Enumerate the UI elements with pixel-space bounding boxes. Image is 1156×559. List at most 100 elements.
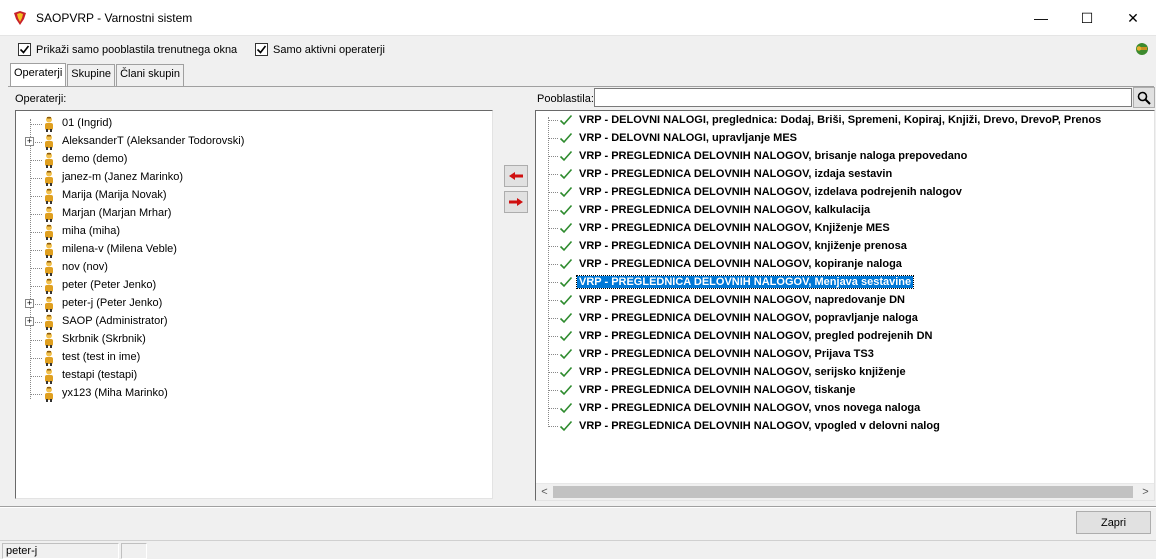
scroll-left-button[interactable]: <	[536, 486, 553, 499]
checkmark-icon	[256, 45, 267, 54]
horizontal-scrollbar[interactable]: < >	[536, 483, 1154, 500]
operator-item[interactable]: Skrbnik (Skrbnik)	[16, 331, 486, 349]
tab-operators[interactable]: Operaterji	[10, 63, 67, 86]
permission-item[interactable]: VRP - PREGLEDNICA DELOVNIH NALOGOV, Prij…	[548, 345, 876, 363]
permission-item[interactable]: VRP - PREGLEDNICA DELOVNIH NALOGOV, vpog…	[548, 417, 942, 435]
permission-item[interactable]: VRP - PREGLEDNICA DELOVNIH NALOGOV, popr…	[548, 309, 920, 327]
permission-item[interactable]: VRP - PREGLEDNICA DELOVNIH NALOGOV, Menj…	[548, 273, 915, 291]
permission-item[interactable]: VRP - PREGLEDNICA DELOVNIH NALOGOV, napr…	[548, 291, 907, 309]
expand-icon[interactable]: +	[25, 137, 34, 146]
scroll-thumb[interactable]	[553, 486, 1133, 498]
granted-check-icon	[559, 258, 573, 270]
permission-label: VRP - PREGLEDNICA DELOVNIH NALOGOV, izde…	[579, 186, 962, 198]
tree-branch	[30, 268, 42, 269]
operator-item[interactable]: janez-m (Janez Marinko)	[16, 169, 486, 187]
operator-item[interactable]: Marjan (Marjan Mrhar)	[16, 205, 486, 223]
granted-check-icon	[559, 240, 573, 252]
add-permission-button[interactable]	[504, 191, 528, 213]
permission-item[interactable]: VRP - PREGLEDNICA DELOVNIH NALOGOV, kalk…	[548, 201, 872, 219]
permission-item[interactable]: VRP - DELOVNI NALOGI, preglednica: Dodaj…	[548, 111, 1103, 129]
operator-item[interactable]: + AleksanderT (Aleksander Todorovski)	[16, 133, 486, 151]
permission-item[interactable]: VRP - PREGLEDNICA DELOVNIH NALOGOV, vnos…	[548, 399, 922, 417]
permission-label: VRP - PREGLEDNICA DELOVNIH NALOGOV, kalk…	[579, 204, 871, 216]
tree-branch	[30, 196, 42, 197]
user-icon	[45, 278, 53, 294]
operator-item[interactable]: yx123 (Miha Marinko)	[16, 385, 486, 403]
active-only-label: Samo aktivni operaterji	[273, 43, 385, 56]
tab-group-members[interactable]: Člani skupin	[116, 64, 184, 86]
only-current-window-checkbox[interactable]	[18, 43, 31, 56]
tree-branch	[30, 376, 42, 377]
permission-item[interactable]: VRP - PREGLEDNICA DELOVNIH NALOGOV, knji…	[548, 237, 909, 255]
user-icon	[45, 206, 53, 222]
maximize-button[interactable]: ☐	[1064, 0, 1110, 36]
user-icon	[45, 188, 53, 204]
operator-item[interactable]: nov (nov)	[16, 259, 486, 277]
user-icon	[45, 368, 53, 384]
operator-label: janez-m (Janez Marinko)	[62, 171, 184, 183]
user-icon	[45, 350, 53, 366]
active-only-checkbox[interactable]	[255, 43, 268, 56]
permissions-label: Pooblastila:	[537, 93, 594, 105]
operator-item[interactable]: test (test in ime)	[16, 349, 486, 367]
operator-item[interactable]: + SAOP (Administrator)	[16, 313, 486, 331]
permission-label: VRP - PREGLEDNICA DELOVNIH NALOGOV, kopi…	[579, 258, 902, 270]
tree-branch	[548, 263, 558, 265]
permission-item[interactable]: VRP - PREGLEDNICA DELOVNIH NALOGOV, bris…	[548, 147, 969, 165]
permission-item[interactable]: VRP - PREGLEDNICA DELOVNIH NALOGOV, preg…	[548, 327, 934, 345]
operator-label: peter-j (Peter Jenko)	[62, 297, 163, 309]
permission-label: VRP - PREGLEDNICA DELOVNIH NALOGOV, preg…	[579, 330, 933, 342]
tab-groups[interactable]: Skupine	[67, 64, 116, 86]
operator-item[interactable]: testapi (testapi)	[16, 367, 486, 385]
close-button[interactable]: Zapri	[1076, 511, 1151, 534]
operator-label: AleksanderT (Aleksander Todorovski)	[62, 135, 245, 147]
permission-label: VRP - PREGLEDNICA DELOVNIH NALOGOV, popr…	[579, 312, 918, 324]
operator-item[interactable]: miha (miha)	[16, 223, 486, 241]
scroll-right-button[interactable]: >	[1137, 486, 1154, 499]
tree-branch	[548, 353, 558, 355]
permission-item[interactable]: VRP - PREGLEDNICA DELOVNIH NALOGOV, tisk…	[548, 381, 857, 399]
minimize-button[interactable]: —	[1018, 0, 1064, 36]
arrow-right-icon	[509, 198, 523, 206]
operator-label: 01 (Ingrid)	[62, 117, 113, 129]
app-icon	[14, 11, 26, 25]
expand-icon[interactable]: +	[25, 299, 34, 308]
close-window-button[interactable]: ✕	[1110, 0, 1156, 36]
operator-label: milena-v (Milena Veble)	[62, 243, 177, 255]
permission-item[interactable]: VRP - DELOVNI NALOGI, upravljanje MES	[548, 129, 799, 147]
permission-label: VRP - PREGLEDNICA DELOVNIH NALOGOV, seri…	[579, 366, 906, 378]
granted-check-icon	[559, 150, 573, 162]
operator-item[interactable]: demo (demo)	[16, 151, 486, 169]
only-current-window-option[interactable]: Prikaži samo pooblastila trenutnega okna	[18, 43, 237, 56]
tree-branch	[548, 191, 558, 193]
operator-item[interactable]: peter (Peter Jenko)	[16, 277, 486, 295]
tree-branch	[548, 335, 558, 337]
permission-item[interactable]: VRP - PREGLEDNICA DELOVNIH NALOGOV, kopi…	[548, 255, 904, 273]
user-icon	[45, 116, 53, 132]
permission-item[interactable]: VRP - PREGLEDNICA DELOVNIH NALOGOV, izda…	[548, 165, 894, 183]
operator-label: Skrbnik (Skrbnik)	[62, 333, 146, 345]
user-icon	[45, 134, 53, 150]
operator-item[interactable]: 01 (Ingrid)	[16, 115, 486, 133]
tree-branch	[548, 317, 558, 319]
operator-label: test (test in ime)	[62, 351, 141, 363]
operator-item[interactable]: Marija (Marija Novak)	[16, 187, 486, 205]
expand-icon[interactable]: +	[25, 317, 34, 326]
operator-item[interactable]: + peter-j (Peter Jenko)	[16, 295, 486, 313]
operators-tree[interactable]: 01 (Ingrid) + AleksanderT (Aleksander Todo…	[15, 110, 493, 499]
permissions-tree[interactable]: VRP - DELOVNI NALOGI, preglednica: Dodaj…	[535, 110, 1155, 501]
keys-icon[interactable]	[1133, 40, 1151, 58]
permission-item[interactable]: VRP - PREGLEDNICA DELOVNIH NALOGOV, Knji…	[548, 219, 892, 237]
active-only-option[interactable]: Samo aktivni operaterji	[255, 43, 385, 56]
operator-label: Marjan (Marjan Mrhar)	[62, 207, 172, 219]
permission-item[interactable]: VRP - PREGLEDNICA DELOVNIH NALOGOV, izde…	[548, 183, 964, 201]
operator-item[interactable]: milena-v (Milena Veble)	[16, 241, 486, 259]
user-icon	[45, 170, 53, 186]
user-icon	[45, 332, 53, 348]
search-input[interactable]	[594, 88, 1132, 107]
tree-branch	[548, 119, 558, 121]
permission-item[interactable]: VRP - PREGLEDNICA DELOVNIH NALOGOV, seri…	[548, 363, 908, 381]
search-button[interactable]	[1133, 87, 1155, 108]
remove-permission-button[interactable]	[504, 165, 528, 187]
permission-label: VRP - PREGLEDNICA DELOVNIH NALOGOV, tisk…	[579, 384, 856, 396]
